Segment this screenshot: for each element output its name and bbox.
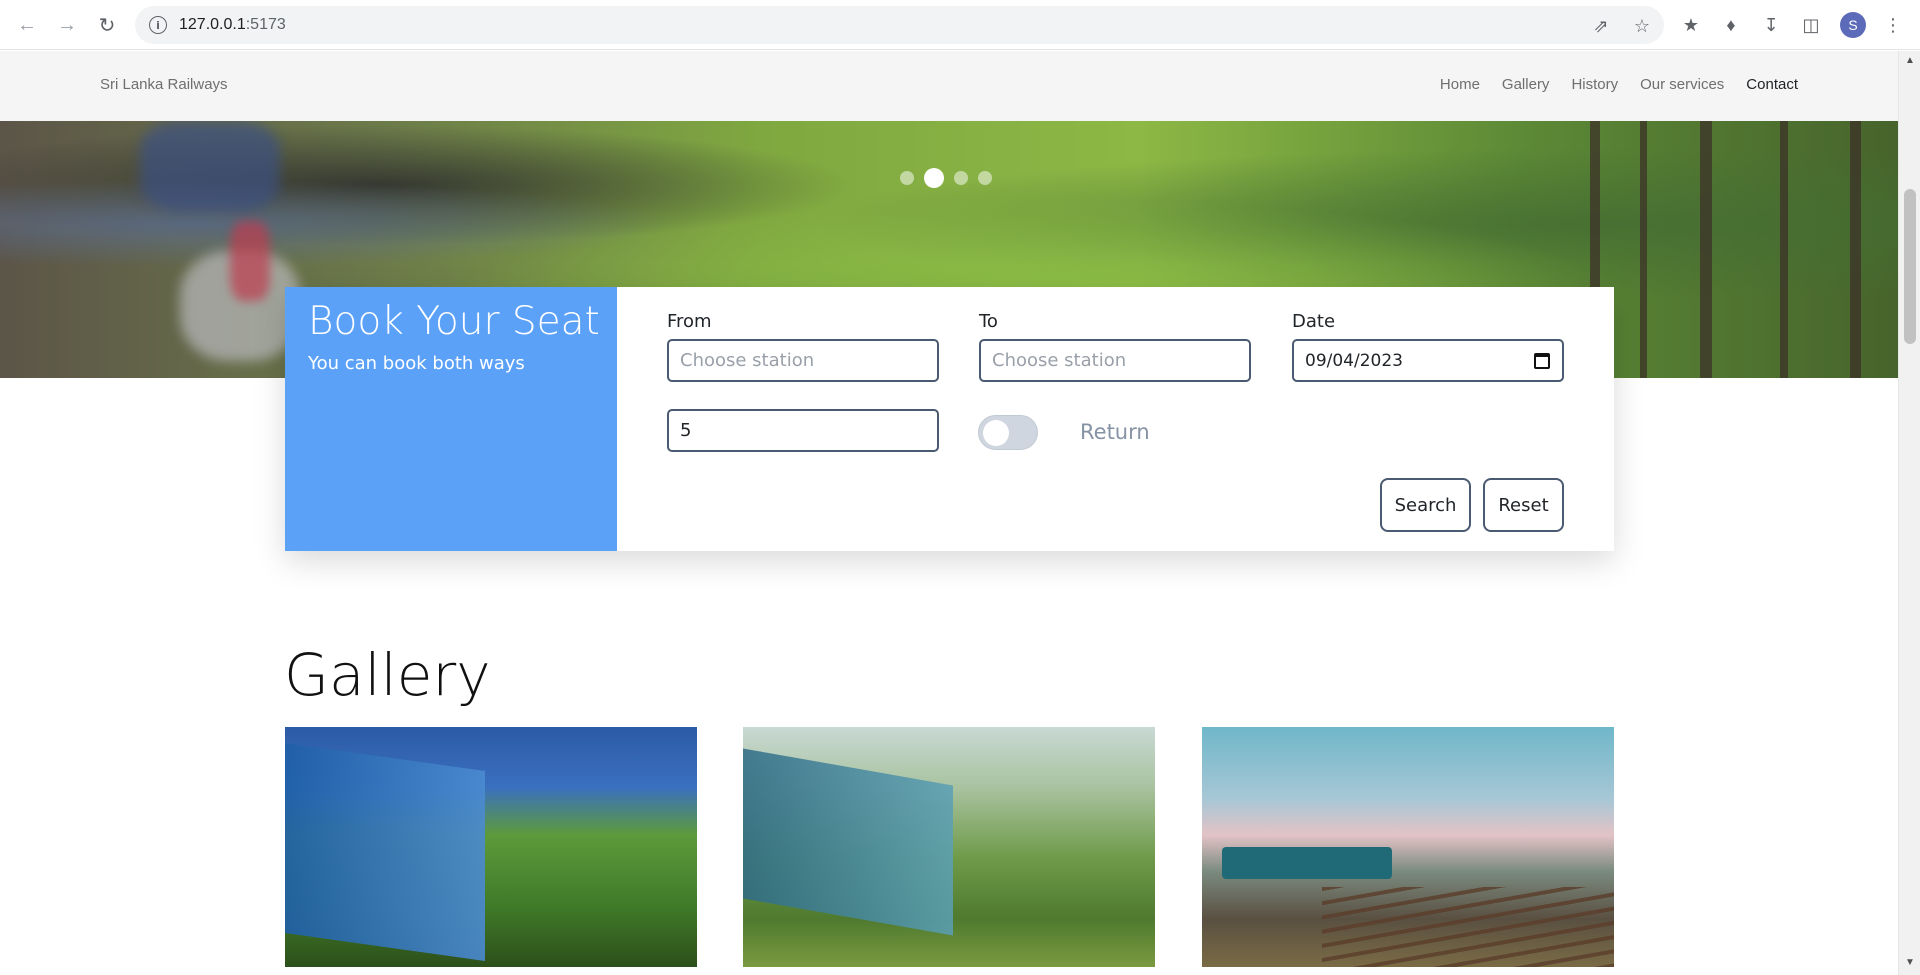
profile-avatar[interactable]: S — [1840, 12, 1866, 38]
hero-tree — [1780, 121, 1788, 378]
calendar-icon[interactable] — [1534, 353, 1550, 369]
page-viewport: Sri Lanka Railways Home Gallery History … — [0, 51, 1898, 975]
reset-button[interactable]: Reset — [1483, 478, 1564, 532]
browser-toolbar: ← → ↻ i 127.0.0.1:5173 ⇗ ☆ ★ ♦ ↧ ◫ S ⋮ — [0, 0, 1920, 50]
nav-links: Home Gallery History Our services Contac… — [1440, 76, 1798, 93]
carousel-dot[interactable] — [954, 171, 968, 185]
return-label: Return — [1080, 420, 1150, 444]
nav-link-home[interactable]: Home — [1440, 76, 1480, 93]
scroll-thumb[interactable] — [1904, 189, 1916, 344]
scroll-down-icon[interactable]: ▼ — [1904, 957, 1916, 969]
menu-kebab-icon[interactable]: ⋮ — [1880, 12, 1906, 38]
hero-image-bag — [230, 221, 270, 301]
hero-tree — [1640, 121, 1647, 378]
hero-tree — [1850, 121, 1861, 378]
back-arrow-icon[interactable]: ← — [12, 10, 42, 40]
date-input[interactable]: 09/04/2023 — [1292, 339, 1564, 382]
url-text: 127.0.0.1:5173 — [179, 16, 286, 33]
to-station-input[interactable]: Choose station — [979, 339, 1251, 382]
extensions-puzzle-icon[interactable]: ♦ — [1718, 12, 1744, 38]
toggle-knob — [983, 420, 1009, 446]
carousel-dot[interactable] — [900, 171, 914, 185]
nav-link-gallery[interactable]: Gallery — [1502, 76, 1550, 93]
share-icon[interactable]: ⇗ — [1590, 15, 1612, 37]
nav-link-contact[interactable]: Contact — [1746, 76, 1798, 93]
to-label: To — [979, 311, 998, 332]
bookmark-star-icon[interactable]: ☆ — [1631, 15, 1653, 37]
booking-subtitle: You can book both ways — [308, 353, 525, 374]
train-shape — [1222, 847, 1392, 879]
booking-title: Book Your Seat — [308, 299, 600, 344]
gallery-image-3[interactable] — [1202, 727, 1614, 967]
page-scrollbar[interactable]: ▲ ▼ — [1898, 51, 1920, 975]
train-shape — [743, 748, 953, 936]
reload-icon[interactable]: ↻ — [92, 10, 122, 40]
gallery-image-1[interactable] — [285, 727, 697, 967]
train-shape — [285, 742, 485, 962]
from-station-input[interactable]: Choose station — [667, 339, 939, 382]
hero-image-passenger — [140, 121, 280, 211]
scroll-up-icon[interactable]: ▲ — [1904, 55, 1916, 67]
site-navbar: Sri Lanka Railways Home Gallery History … — [0, 51, 1898, 121]
address-bar[interactable]: i 127.0.0.1:5173 ⇗ ☆ — [135, 6, 1664, 44]
nav-link-history[interactable]: History — [1571, 76, 1618, 93]
site-info-icon[interactable]: i — [149, 16, 167, 34]
carousel-dot-active[interactable] — [924, 168, 944, 188]
nav-link-our-services[interactable]: Our services — [1640, 76, 1724, 93]
from-label: From — [667, 311, 712, 332]
gallery-image-2[interactable] — [743, 727, 1155, 967]
bug-extension-icon[interactable]: ★ — [1678, 12, 1704, 38]
search-button[interactable]: Search — [1380, 478, 1471, 532]
carousel-indicators — [900, 168, 992, 188]
rail-tracks — [1322, 887, 1614, 967]
booking-card: Book Your Seat You can book both ways Fr… — [285, 287, 1614, 551]
date-label: Date — [1292, 311, 1336, 332]
date-value: 09/04/2023 — [1305, 350, 1403, 371]
download-icon[interactable]: ↧ — [1758, 12, 1784, 38]
gallery-title: Gallery — [284, 641, 491, 709]
forward-arrow-icon[interactable]: → — [52, 10, 82, 40]
hero-tree — [1700, 121, 1712, 378]
booking-panel: Book Your Seat You can book both ways — [285, 287, 617, 551]
side-panel-icon[interactable]: ◫ — [1798, 12, 1824, 38]
passenger-count-input[interactable]: 5 — [667, 409, 939, 452]
carousel-dot[interactable] — [978, 171, 992, 185]
return-toggle[interactable] — [978, 415, 1038, 450]
brand-link[interactable]: Sri Lanka Railways — [100, 76, 228, 93]
